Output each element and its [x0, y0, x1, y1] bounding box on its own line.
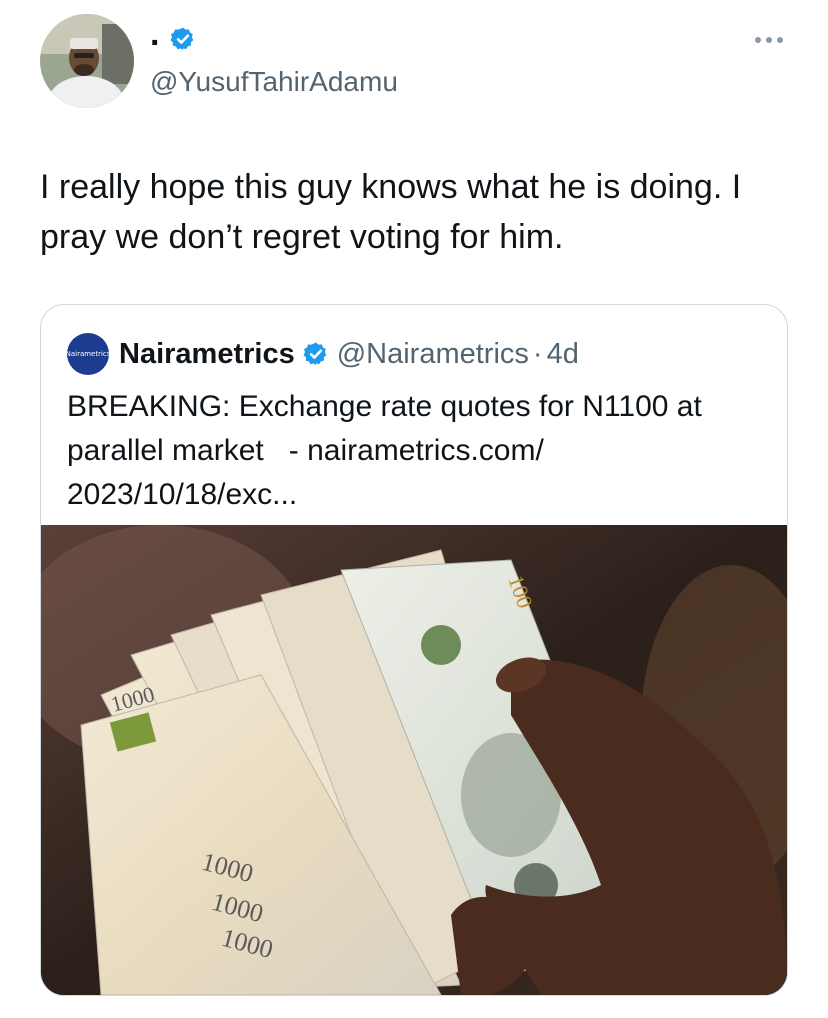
tweet-text: I really hope this guy knows what he is …	[40, 168, 742, 256]
more-options-icon[interactable]	[752, 30, 786, 50]
quoted-name[interactable]: Nairametrics	[119, 338, 295, 371]
quoted-handle[interactable]: @Nairametrics	[337, 338, 529, 371]
quoted-text: BREAKING: Exchange rate quotes for N1100…	[67, 390, 702, 511]
quoted-tweet-card[interactable]: Nairametrics Nairametrics @Nairametrics …	[40, 304, 788, 996]
quoted-media-image[interactable]: 1000 1000 1000 1000 100 100	[41, 525, 787, 995]
quoted-avatar[interactable]: Nairametrics	[65, 333, 111, 375]
quoted-timestamp[interactable]: 4d	[547, 338, 579, 371]
quoted-header: Nairametrics @Nairametrics · 4d	[119, 333, 579, 375]
author-avatar[interactable]	[40, 14, 134, 108]
quoted-separator: ·	[532, 337, 543, 370]
quoted-avatar-text: Nairametrics	[65, 350, 111, 358]
verified-badge-icon	[303, 342, 327, 366]
author-handle[interactable]: @YusufTahirAdamu	[150, 64, 398, 100]
author-display-name[interactable]: .	[150, 14, 159, 54]
verified-badge-icon	[170, 27, 194, 51]
